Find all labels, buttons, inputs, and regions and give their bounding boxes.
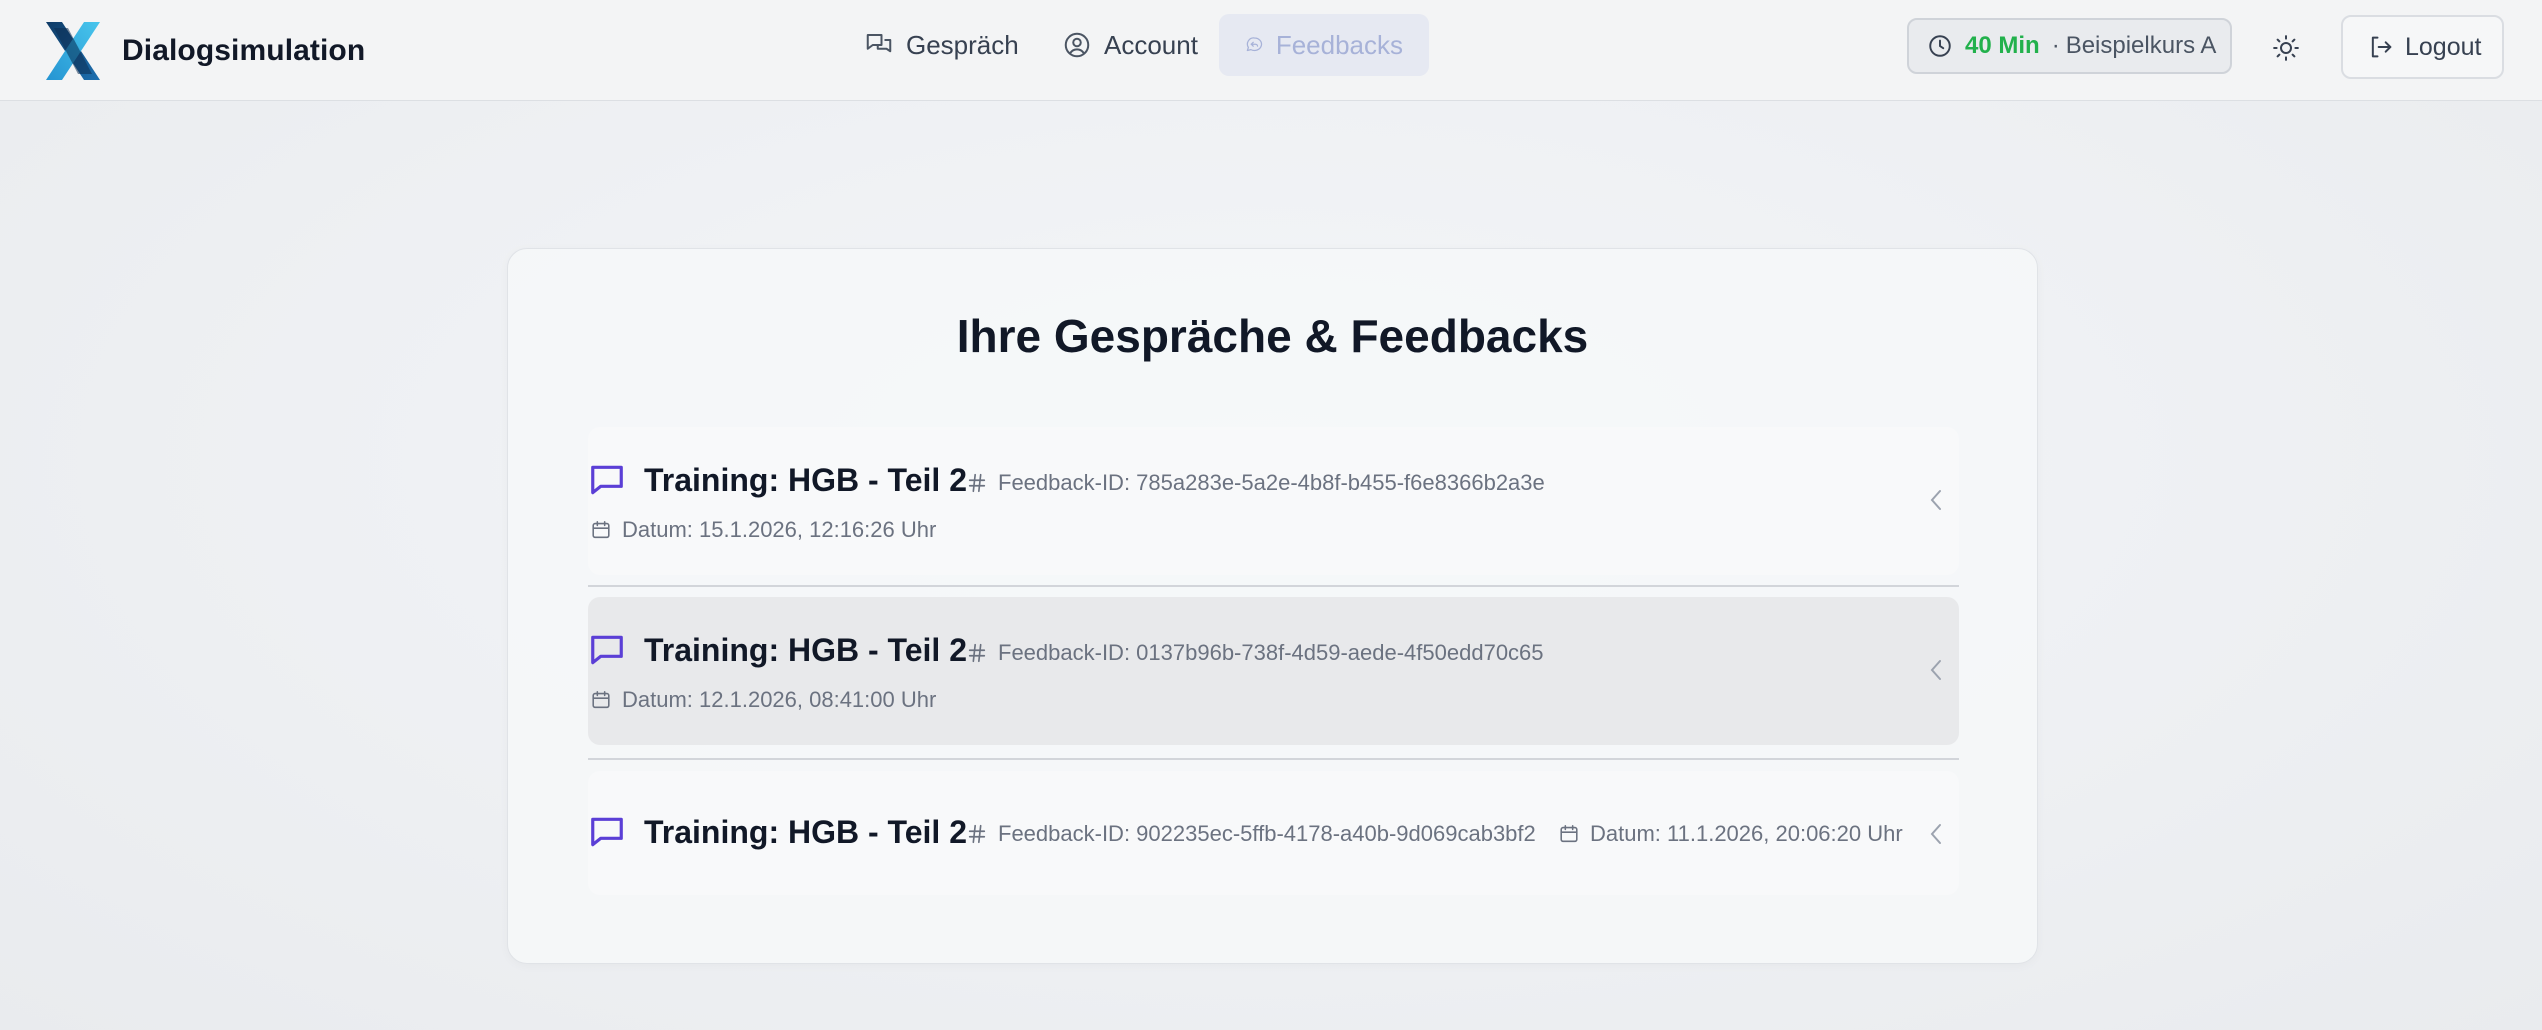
remaining-time: 40 Min [1965,32,2040,59]
nav-item-label: Account [1104,29,1198,60]
sun-icon [2273,35,2299,61]
feedback-title-text: Training: HGB - Teil 2 [644,461,967,498]
feedback-title-text: Training: HGB - Teil 2 [644,813,967,850]
message-square-icon [591,817,623,847]
feedback-title: Training: HGB - Teil 2 [588,631,967,669]
feedback-list-item[interactable]: Training: HGB - Teil 2 Feedback-ID: 0137… [588,597,1959,745]
feedback-list-item[interactable]: Training: HGB - Teil 2 Feedback-ID: 785a… [588,427,1959,575]
hash-icon [968,824,986,844]
feedback-title: Training: HGB - Teil 2 [588,813,967,851]
feedback-title-text: Training: HGB - Teil 2 [644,631,967,668]
separator: · [2051,32,2060,59]
feedback-date: Datum: 11.1.2026, 20:06:20 Uhr [1558,821,1903,847]
calendar-icon [592,520,610,539]
feedback-date: Datum: 15.1.2026, 12:16:26 Uhr [590,517,936,543]
list-divider [588,758,1959,760]
top-bar: Dialogsimulation Gespräch Account Feedba… [0,0,2542,101]
feedbacks-card: Ihre Gespräche & Feedbacks Training: HGB… [507,248,2038,964]
calendar-icon [1560,824,1578,843]
feedback-id: Feedback-ID: 902235ec-5ffb-4178-a40b-9d0… [966,821,1536,847]
nav-item-label: Gespräch [906,29,1019,60]
logout-icon [2371,36,2392,58]
user-circle-icon [1064,32,1090,58]
feedback-date-text: Datum: 15.1.2026, 12:16:26 Uhr [622,517,937,542]
feedback-id-text: Feedback-ID: 902235ec-5ffb-4178-a40b-9d0… [998,821,1536,846]
chevron-left-icon [1925,487,1947,513]
course-name: Beispielkurs A [2065,32,2217,59]
feedback-date: Datum: 12.1.2026, 08:41:00 Uhr [590,687,936,713]
feedback-list-item[interactable]: Training: HGB - Teil 2 Feedback-ID: 9022… [588,771,1959,895]
message-square-icon [591,465,623,495]
x-logo-icon [46,22,100,80]
feedback-date-text: Datum: 11.1.2026, 20:06:20 Uhr [1590,821,1903,846]
feedback-date-text: Datum: 12.1.2026, 08:41:00 Uhr [622,687,937,712]
brand[interactable]: Dialogsimulation [40,13,365,89]
theme-toggle-button[interactable] [2260,22,2312,74]
feedback-id: Feedback-ID: 0137b96b-738f-4d59-aede-4f5… [966,640,1544,666]
feedback-id: Feedback-ID: 785a283e-5a2e-4b8f-b455-f6e… [966,470,1545,496]
nav-item-gespraech[interactable]: Gespräch [838,14,1045,76]
logout-label: Logout [2405,32,2482,61]
logout-button[interactable]: Logout [2341,15,2504,79]
time-course-badge: 40 Min · Beispielkurs A [1907,18,2232,74]
chevron-left-icon [1925,657,1947,683]
page-title: Ihre Gespräche & Feedbacks [956,310,1589,362]
app-name: Dialogsimulation [122,34,366,67]
nav-item-account[interactable]: Account [1036,14,1224,76]
feedback-title: Training: HGB - Teil 2 [588,461,967,499]
feedback-icon [1246,37,1263,52]
nav-item-label: Feedbacks [1275,29,1403,60]
feedback-id-text: Feedback-ID: 785a283e-5a2e-4b8f-b455-f6e… [998,470,1545,495]
calendar-icon [592,690,610,709]
message-square-icon [591,635,623,665]
feedback-id-text: Feedback-ID: 0137b96b-738f-4d59-aede-4f5… [998,640,1544,665]
chevron-left-icon [1925,821,1947,847]
chat-bubbles-icon [866,34,892,53]
list-divider [588,585,1959,587]
hash-icon [968,473,986,493]
nav-item-feedbacks[interactable]: Feedbacks [1219,14,1429,76]
hash-icon [968,643,986,663]
clock-icon [1929,35,1951,57]
